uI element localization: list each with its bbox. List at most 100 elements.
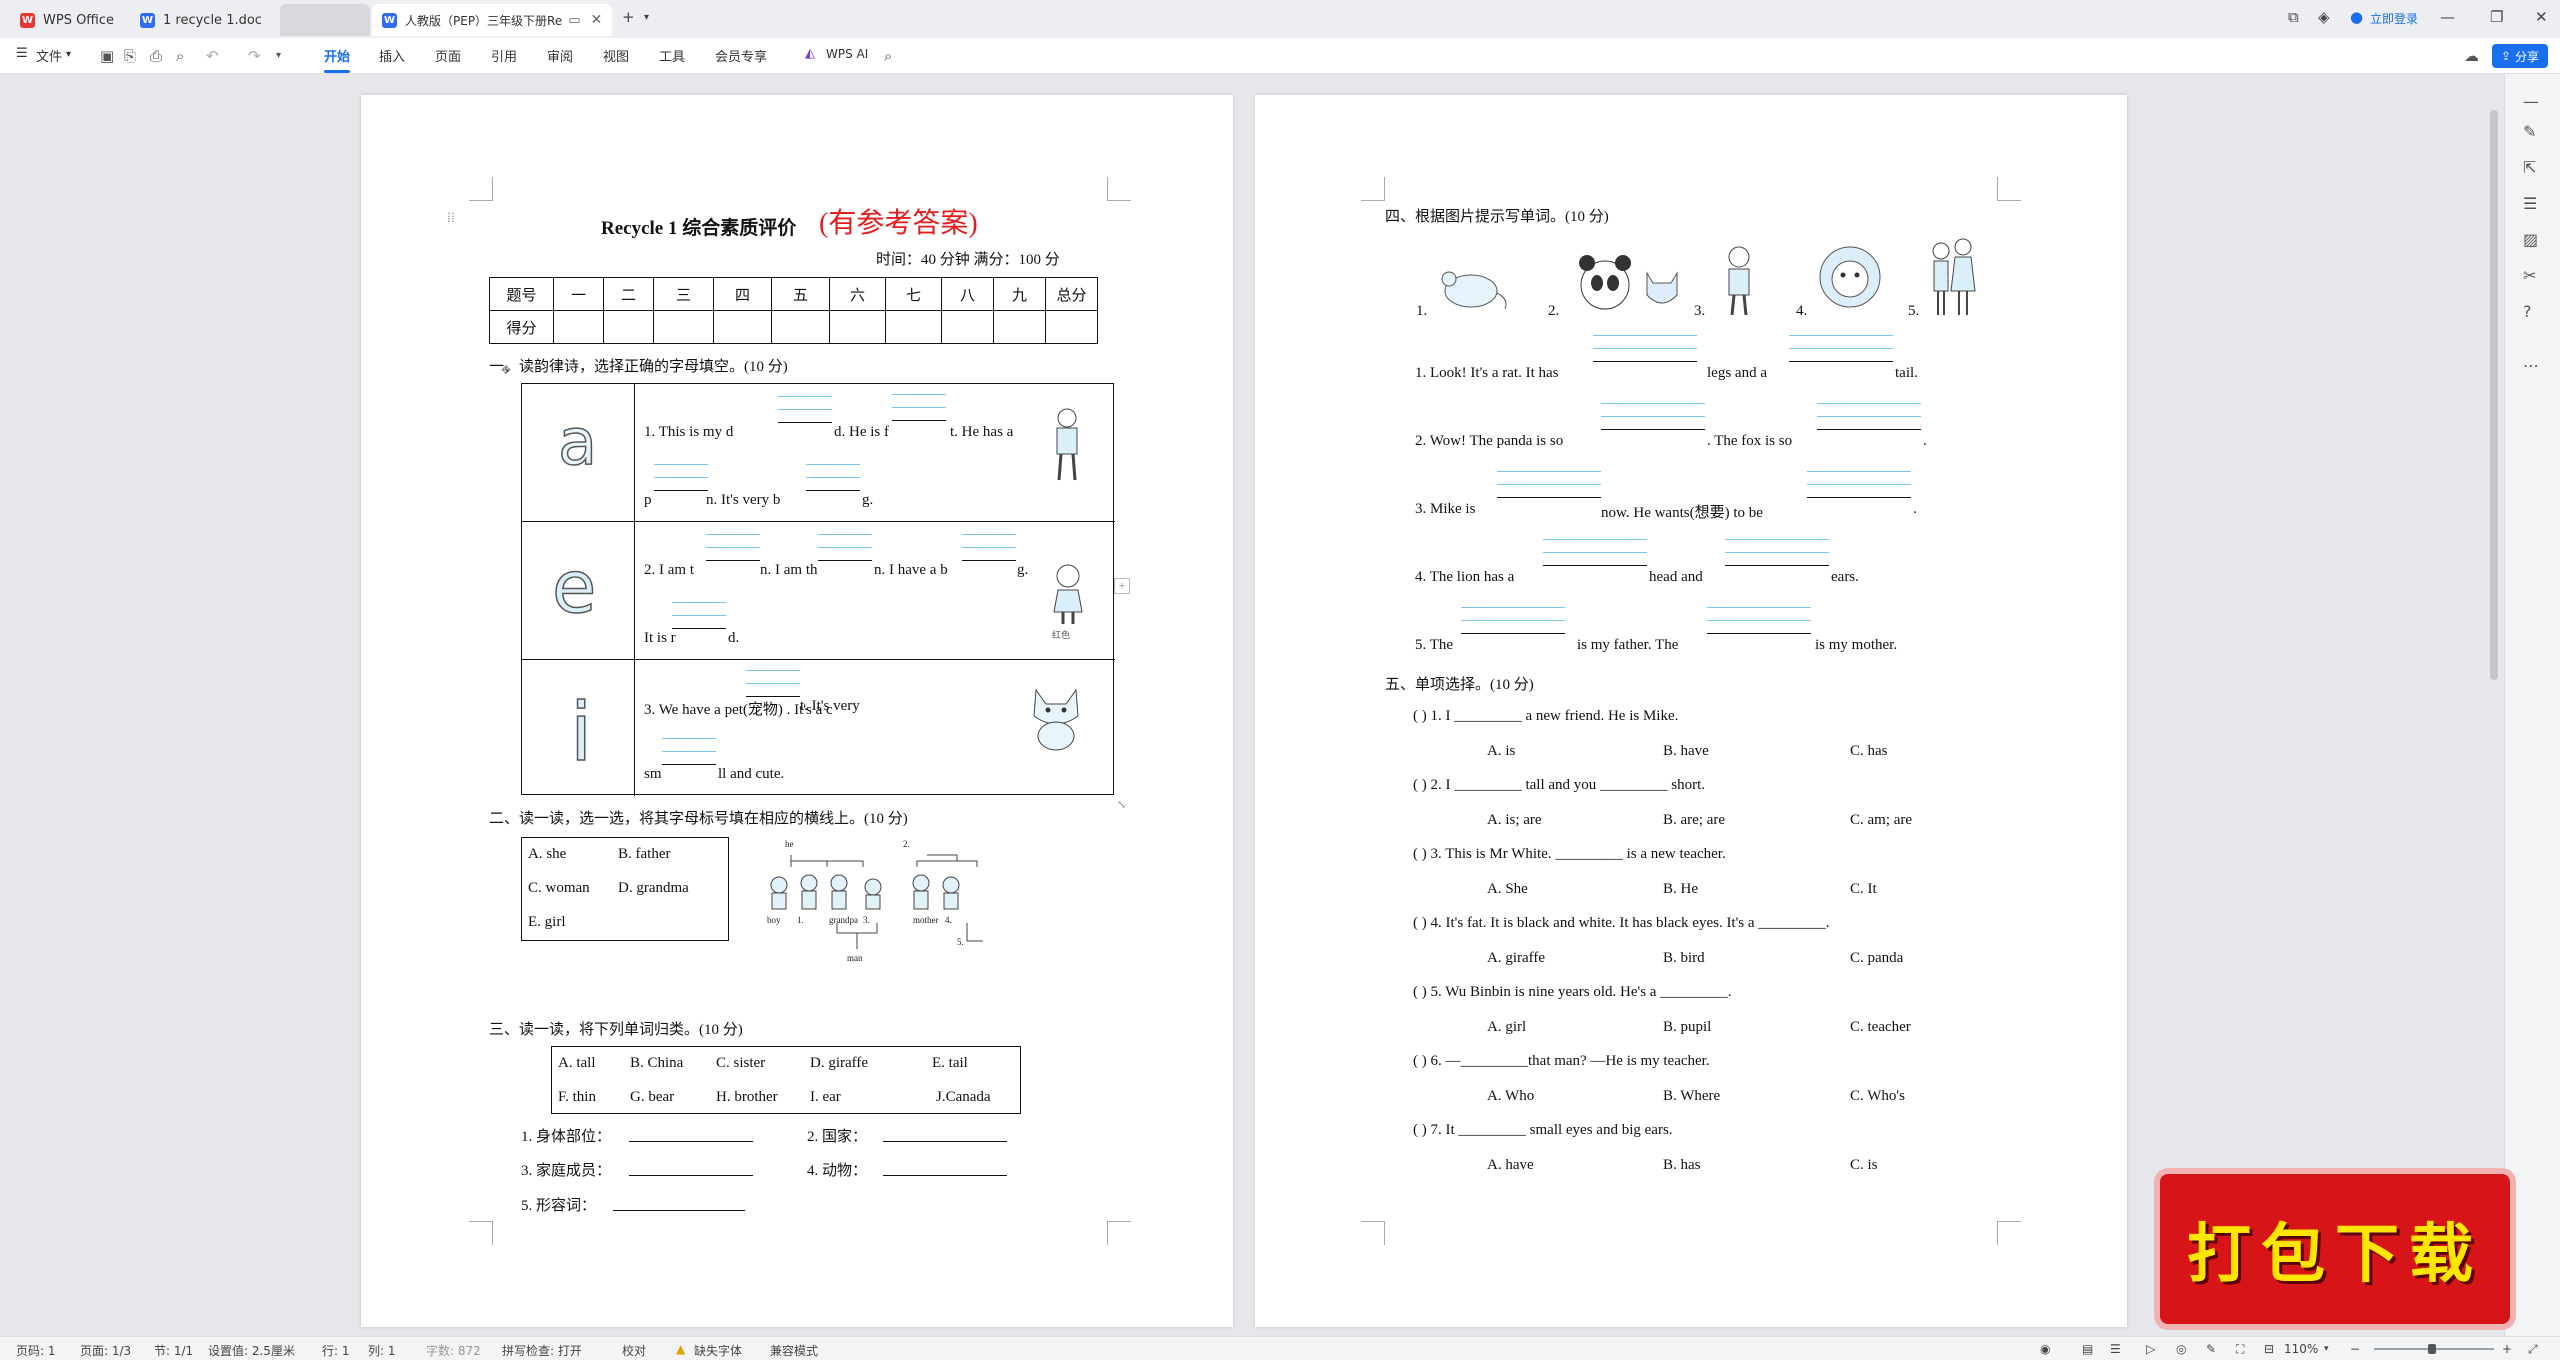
file-menu[interactable]: 文件 <box>36 46 62 65</box>
page-view-icon[interactable]: ▤ <box>2082 1342 2093 1356</box>
status-section[interactable]: 节: 1/1 <box>154 1342 193 1359</box>
answer-blank[interactable] <box>1807 471 1911 511</box>
ribbon-tab-insert[interactable]: 插入 <box>379 46 405 65</box>
ribbon-tab-references[interactable]: 引用 <box>491 46 517 65</box>
cloud-icon[interactable]: ☁ <box>2464 47 2479 65</box>
ribbon-tab-member[interactable]: 会员专享 <box>715 46 767 65</box>
tab-blank[interactable] <box>280 4 370 36</box>
vertical-scrollbar[interactable] <box>2490 110 2498 680</box>
status-pages[interactable]: 页面: 1/3 <box>80 1342 131 1359</box>
zoom-minus-icon[interactable]: − <box>2350 1342 2360 1356</box>
answer-blank[interactable] <box>662 738 716 778</box>
answer-blank[interactable] <box>1817 403 1921 443</box>
print-icon[interactable]: ⎙ <box>150 47 162 65</box>
answer-blank[interactable] <box>1601 403 1705 443</box>
print-preview-icon[interactable]: ⌕ <box>176 47 184 65</box>
mc-option[interactable]: B. has <box>1663 1157 1701 1174</box>
fit-page-icon[interactable]: ⛶ <box>2236 1342 2244 1357</box>
export-pdf-icon[interactable]: ⎘ <box>124 47 136 65</box>
status-proofread[interactable]: 校对 <box>622 1342 646 1359</box>
table-cell[interactable] <box>993 310 1046 344</box>
category-blank[interactable] <box>629 1175 753 1176</box>
new-tab-icon[interactable]: + <box>622 8 635 26</box>
table-cell[interactable] <box>771 310 830 344</box>
table-move-icon[interactable]: ✥ <box>501 363 511 378</box>
tab-recycle-doc[interactable]: W 1 recycle 1.doc <box>130 4 280 36</box>
mc-option[interactable]: C. am; are <box>1850 812 1912 829</box>
close-tab-icon[interactable]: ✕ <box>591 12 603 28</box>
mc-option[interactable]: B. are; are <box>1663 812 1725 829</box>
mc-option[interactable]: A. is <box>1487 743 1515 760</box>
eye-protection-icon[interactable]: ◉ <box>2040 1342 2050 1356</box>
ribbon-tab-page[interactable]: 页面 <box>435 46 461 65</box>
wps-ai-icon[interactable]: ◭ <box>805 46 815 61</box>
category-blank[interactable] <box>629 1141 753 1142</box>
status-spellcheck[interactable]: 拼写检查: 打开 <box>502 1342 582 1359</box>
answer-blank[interactable] <box>746 670 800 710</box>
status-line[interactable]: 行: 1 <box>322 1342 350 1359</box>
table-cell[interactable] <box>885 310 942 344</box>
restore-icon[interactable]: ❐ <box>2490 8 2503 26</box>
category-blank[interactable] <box>883 1141 1007 1142</box>
tab-active-document[interactable]: W 人教版（PEP）三年级下册Re ▭ ✕ <box>372 4 612 36</box>
resize-icon[interactable]: ⤡ <box>1117 798 1126 811</box>
list-view-icon[interactable]: ☰ <box>2110 1342 2121 1356</box>
file-chevron-icon[interactable]: ▾ <box>66 49 71 60</box>
answer-blank[interactable] <box>1543 539 1647 579</box>
ribbon-tab-view[interactable]: 视图 <box>603 46 629 65</box>
status-column[interactable]: 列: 1 <box>368 1342 396 1359</box>
table-cell[interactable] <box>829 310 886 344</box>
mc-option[interactable]: B. have <box>1663 743 1709 760</box>
fullscreen-icon[interactable]: ⤢ <box>2528 1342 2538 1357</box>
answer-blank[interactable] <box>1461 607 1565 647</box>
ribbon-tab-home[interactable]: 开始 <box>324 46 351 73</box>
tab-menu-chevron-icon[interactable]: ▾ <box>644 12 649 23</box>
tab-wps-office[interactable]: W WPS Office <box>10 4 130 36</box>
play-icon[interactable]: ▷ <box>2146 1342 2155 1356</box>
add-row-icon[interactable]: + <box>1114 578 1130 594</box>
close-window-icon[interactable]: ✕ <box>2535 8 2548 26</box>
answer-blank[interactable] <box>672 602 726 642</box>
table-cell[interactable] <box>941 310 994 344</box>
pen-icon[interactable]: ✎ <box>2206 1342 2216 1356</box>
cube-icon[interactable]: ◈ <box>2318 8 2330 26</box>
answer-blank[interactable] <box>1593 335 1697 375</box>
mc-option[interactable]: C. teacher <box>1850 1019 1911 1036</box>
menu-icon[interactable]: ☰ <box>16 46 28 61</box>
mc-option[interactable]: C. has <box>1850 743 1888 760</box>
screen-icon[interactable]: ▭ <box>568 13 580 28</box>
answer-blank[interactable] <box>806 464 860 504</box>
more-icon[interactable]: ⋯ <box>2523 356 2539 375</box>
table-cell[interactable] <box>553 310 604 344</box>
category-blank[interactable] <box>613 1210 745 1211</box>
answer-blank[interactable] <box>892 394 946 434</box>
mc-option[interactable]: B. Where <box>1663 1088 1720 1105</box>
undo-icon[interactable]: ↶ <box>206 47 219 65</box>
mc-option[interactable]: A. Who <box>1487 1088 1534 1105</box>
zoom-level[interactable]: 110% <box>2284 1342 2318 1356</box>
answer-blank[interactable] <box>654 464 708 504</box>
mc-option[interactable]: A. have <box>1487 1157 1534 1174</box>
answer-blank[interactable] <box>1497 471 1601 511</box>
web-view-icon[interactable]: ◎ <box>2176 1342 2186 1356</box>
search-icon[interactable]: ⌕ <box>884 47 892 65</box>
mc-option[interactable]: C. Who's <box>1850 1088 1905 1105</box>
mc-option[interactable]: A. giraffe <box>1487 950 1545 967</box>
answer-blank[interactable] <box>818 534 872 574</box>
status-page-number[interactable]: 页码: 1 <box>16 1342 56 1359</box>
category-blank[interactable] <box>883 1175 1007 1176</box>
answer-blank[interactable] <box>706 534 760 574</box>
answer-blank[interactable] <box>1707 607 1811 647</box>
mc-option[interactable]: B. bird <box>1663 950 1705 967</box>
ribbon-tab-review[interactable]: 审阅 <box>547 46 573 65</box>
status-compat-mode[interactable]: 兼容模式 <box>770 1342 818 1359</box>
table-cell[interactable] <box>1045 310 1098 344</box>
more-chevron-icon[interactable]: ▾ <box>276 50 281 61</box>
download-badge[interactable]: 打包下载 <box>2160 1174 2510 1324</box>
ribbon-tab-tools[interactable]: 工具 <box>659 46 685 65</box>
zoom-slider[interactable] <box>2374 1344 2494 1354</box>
answer-blank[interactable] <box>1725 539 1829 579</box>
tools-icon[interactable]: ✂ <box>2523 266 2536 285</box>
redo-icon[interactable]: ↷ <box>248 47 261 65</box>
wps-ai-button[interactable]: WPS AI <box>826 47 868 61</box>
